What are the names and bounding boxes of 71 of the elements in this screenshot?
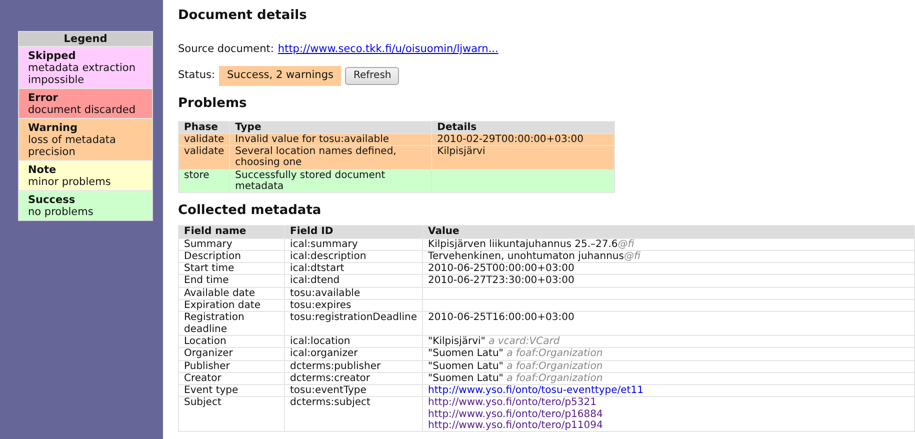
table-cell: ical:dtend [284,274,423,288]
table-cell: ical:description [284,250,423,263]
legend-description: no problems [28,206,94,218]
table-cell: 2010-06-25T16:00:00+03:00 [422,312,914,336]
value-text: "Suomen Latu" a foaf:Organization [428,372,604,384]
table-cell: 2010-02-29T00:00:00+03:00 [432,133,614,146]
table-cell: dcterms:publisher [284,360,423,372]
column-header: Details [432,121,614,134]
table-cell: ical:organizer [284,348,423,360]
table-cell: End time [178,274,284,288]
table-cell: dcterms:subject [284,396,423,432]
legend-label: Success [28,194,76,206]
table-cell: tosu:registrationDeadline [284,312,423,336]
table-cell: Kilpisjärvi [432,146,614,170]
source-label: Source document: [178,42,274,57]
table-cell: tosu:available [284,287,423,300]
value-link[interactable]: http://www.yso.fi/onto/tero/p5321 [428,397,909,409]
legend-label: Error [28,92,59,104]
source-link[interactable]: http://www.seco.tkk.fi/u/oisuomin/ljwarn... [278,42,498,58]
table-cell: Creator [178,372,284,385]
table-cell: Several location names defined, choosing one [230,146,432,170]
table-cell: Available date [178,287,284,300]
table-cell: Invalid value for tosu:available [230,133,432,146]
status-label: Status: [178,68,215,83]
legend-label: Note [28,164,58,176]
column-header: Value [422,226,914,238]
section-heading: Collected metadata [178,203,322,220]
refresh-button[interactable]: Refresh [345,66,400,85]
value-link[interactable]: http://www.yso.fi/onto/tero/p16884 [428,408,909,420]
legend-description: metadata extraction impossible [28,62,136,86]
legend-title: Legend [19,32,152,46]
table-cell: validate [178,146,230,170]
value-text: "Suomen Latu" a foaf:Organization [428,348,604,360]
value-text: Tervehenkinen, unohtumaton juhannus@fi [428,250,642,262]
table-cell: ical:summary [284,238,423,250]
page-title: Document details [178,8,308,24]
legend-label: Skipped [28,50,77,62]
table-cell: Organizer [178,348,284,360]
table-cell: 2010-06-25T00:00:00+03:00 [422,262,914,275]
status-value: Success, 2 warnings [219,66,342,86]
table-cell: Expiration date [178,300,284,312]
legend-description: document discarded [28,104,136,116]
table-cell: Description [178,250,284,263]
table-cell: Subject [178,396,284,432]
table-cell: Summary [178,238,284,250]
column-header: Phase [178,121,230,134]
table-cell: ical:location [284,335,423,348]
table-cell: store [178,169,230,193]
column-header: Field name [178,226,284,238]
table-cell: Successfully stored document metadata [230,169,432,193]
table-cell: Publisher [178,360,284,372]
legend-description: loss of metadata precision [28,134,116,158]
section-heading: Problems [178,96,248,112]
table-cell: 2010-06-27T23:30:00+03:00 [422,274,914,288]
table-cell: validate [178,133,230,146]
value-link[interactable]: http://www.yso.fi/onto/tero/p11094 [428,420,909,432]
column-header: Field ID [284,226,423,238]
table-cell: Start time [178,262,284,275]
table-cell: Registration deadline [178,312,284,336]
table-cell: dcterms:creator [284,372,423,385]
column-header: Type [230,121,432,134]
table-cell: tosu:expires [284,300,423,312]
value-text: "Suomen Latu" a foaf:Organization [428,360,604,372]
table-cell: Event type [178,384,284,397]
table-cell: ical:dtstart [284,262,423,275]
legend-label: Warning [28,122,79,134]
table-cell: tosu:eventType [284,384,423,397]
table-cell: Location [178,335,284,348]
legend-description: minor problems [28,176,111,188]
value-text: "Kilpisjärvi" a vcard:VCard [428,336,561,348]
value-text: Kilpisjärven liikuntajuhannus 25.–27.6@fi [428,238,636,250]
